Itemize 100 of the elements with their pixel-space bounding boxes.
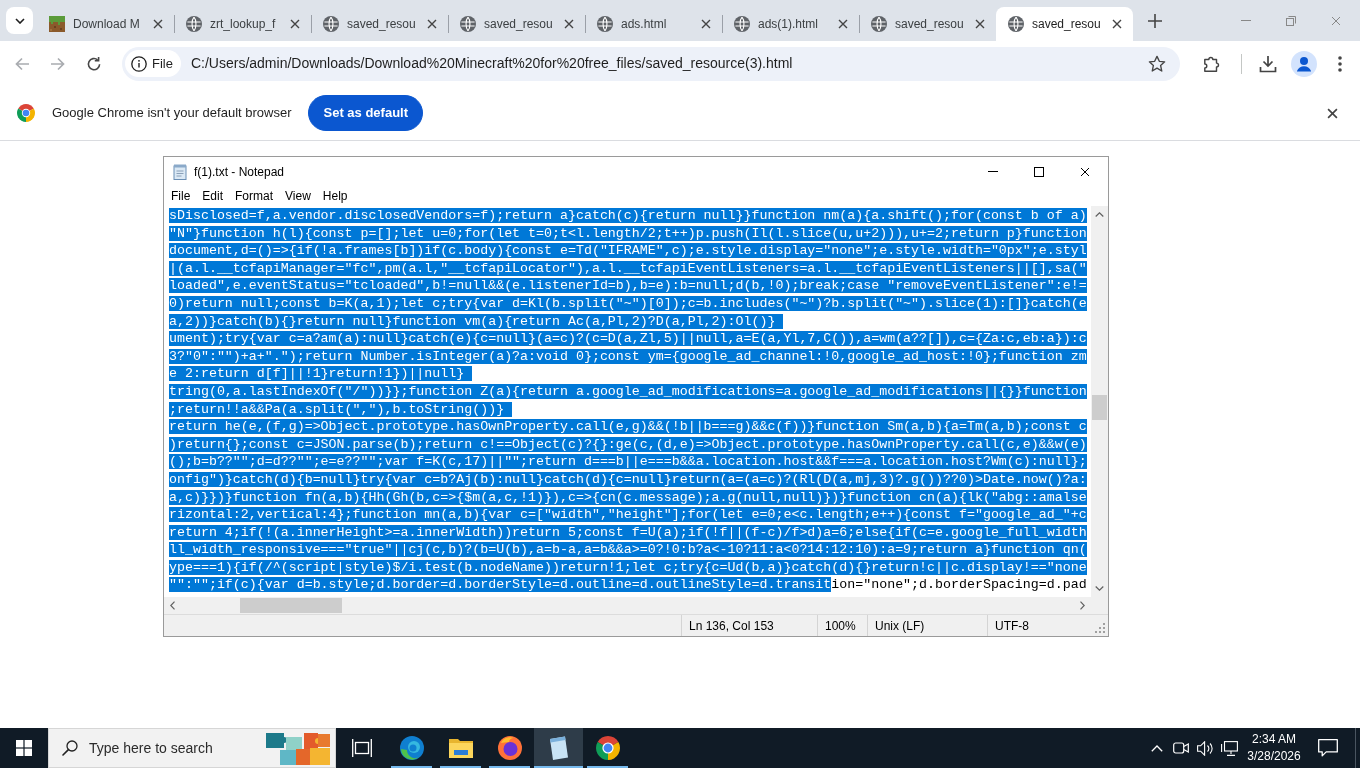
chevron-up-icon[interactable] [1151, 744, 1163, 752]
cursor-position-text: Ln 136, Col 153 [681, 615, 817, 636]
code-text: 3?"0":"")+a+".");return Number.isInteger(a)?a:void 0};const ym={google_ad_channel:!0,google_ad_host:!0};function zm [169, 348, 1087, 364]
globe-icon [1008, 16, 1024, 32]
speaker-icon[interactable] [1196, 740, 1214, 756]
browser-tab[interactable]: ads(1).html [722, 7, 859, 41]
notification-icon[interactable] [1318, 739, 1338, 757]
network-icon[interactable] [1220, 740, 1238, 756]
profile-avatar-icon[interactable] [1291, 50, 1317, 77]
window-title: f(1).txt - Notepad [194, 163, 285, 181]
code-text: ument);try{var c=a?am(a):null}catch(e){c=null}(a=c)?(c=D(a,Zl,5)||null,a=E(a,Yl,7,C()),a=wm(a??[]),c={Za:c,eb:a}):c [169, 331, 1087, 347]
puzzle-illustration [266, 731, 330, 765]
browser-logo-icon [17, 104, 35, 122]
scroll-right-icon[interactable] [1080, 601, 1085, 610]
close-icon[interactable] [701, 19, 711, 29]
code-text: 0)return null;const b=K(a,1);let c;try{var d=Kl(b.split("~")[0]);c=b.includes("~")?b.split("~").slice(1):[]}catch(e [169, 295, 1087, 311]
globe-icon [597, 16, 613, 32]
maximize-icon[interactable] [1034, 166, 1044, 177]
globe-icon [871, 16, 887, 32]
new-tab-icon[interactable] [1148, 14, 1162, 28]
search-field[interactable]: Type here to search [48, 728, 336, 768]
more-options-icon[interactable] [1338, 55, 1342, 72]
set-default-button[interactable]: Set as default [308, 95, 423, 131]
line-ending-text: Unix (LF) [867, 615, 987, 636]
code-text: ;return!!a&&Pa(a.split(","),b.toString())} [169, 401, 513, 417]
scrollbar-thumb[interactable] [240, 598, 342, 613]
star-icon[interactable] [1148, 54, 1166, 73]
browser-tab[interactable]: zrt_lookup_f [174, 7, 311, 41]
menu-item[interactable]: View [279, 187, 317, 205]
browser-tab[interactable]: Download M [37, 7, 174, 41]
infobar-message: Google Chrome isn't your default browser [52, 104, 292, 123]
code-text: ype===1){if(/^(script|style)$/i.test(b.nodeName))return!1;let c;try{c=Ud(b,a)}catch(d){}return!c||c.display!=="none [169, 559, 1087, 575]
taskbar-button[interactable] [534, 728, 583, 768]
menu-item[interactable]: File [165, 187, 197, 205]
globe-icon [186, 16, 202, 32]
scrollbar-thumb[interactable] [1092, 395, 1107, 420]
scroll-left-icon[interactable] [170, 601, 175, 610]
code-text: return 4;if(!(a.innerHeight>=a.innerWidth))return 5;const f=U(a);if(!f||(f-c)/f>d)a=6;else{if(c=e.google_full_width [169, 524, 1087, 540]
code-text: e 2:return d[f]||!1}return!1})||null} [169, 366, 473, 382]
video-camera-icon[interactable] [1173, 741, 1189, 755]
close-icon[interactable] [290, 19, 300, 29]
encoding-text: UTF-8 [987, 615, 1091, 636]
browser-logo-icon[interactable] [595, 736, 620, 760]
zoom-level-text: 100% [817, 615, 867, 636]
code-text: a,c)}})}function fn(a,b){Hh(Gh(b,c=>{$m(a,c,!1)}),c=>{cn(c.message);a.g(null,null)})}function cn(a){lk("abg::amalse [169, 489, 1087, 505]
browser-tab[interactable]: ads.html [585, 7, 722, 41]
globe-icon [460, 16, 476, 32]
code-text: ();b=b??"";d=d??"";e=e??"";var f=K(c,17)||"";return d===b||e===b&&a.location.host&&f===a.location.host?Wm(c):null}; [169, 454, 1087, 470]
globe-icon [323, 16, 339, 32]
close-icon[interactable] [564, 19, 574, 29]
code-text: "N"}function h(l){const p=[];let u=0;for(let t=0;t<l.length/2;t++)p.push(Il(l.slice(u,u+2))),u+=2;return p}function [169, 225, 1087, 241]
close-icon[interactable] [153, 19, 163, 29]
notepad-icon [172, 163, 188, 180]
scroll-down-icon[interactable] [1095, 586, 1104, 591]
globe-icon [734, 16, 750, 32]
site-info-chip[interactable]: File [125, 50, 181, 77]
menu-item[interactable]: Edit [196, 187, 230, 205]
code-text: ll_width_responsive==="true"||cj(c,b)?(b=U(b),a=b-a,a=b&&a>=0?!0:b?a<-10?11:a<0?14:12:10):a=9;return a}function qn( [169, 542, 1087, 558]
close-icon[interactable] [838, 19, 848, 29]
code-text: )return{};const c=JSON.parse(b);return c!==Object(c)?{}:ge(c,(d,e)=>Object.prototype.hasOwnProperty.call(c,e)&&w(e) [169, 436, 1087, 452]
code-text: onfig")}catch(d){b=null}try{var c=b?Aj(b):null}catch(d){c=null}return(a=(a=c)?(Rl(D(a,mj,3)?.g())??0)>Date.now()?a: [169, 471, 1087, 487]
menu-item[interactable]: Help [316, 187, 354, 205]
clock-time[interactable]: 2:34 AM [1252, 731, 1296, 748]
notepad-icon[interactable] [547, 736, 570, 760]
browser-tab[interactable]: saved_resou [448, 7, 585, 41]
close-icon[interactable] [1080, 166, 1090, 177]
code-text: "":"";if(c){var d=b.style;d.border=d.borderStyle=d.outline=d.outlineStyle=d.transit [169, 577, 832, 593]
search-icon [62, 740, 78, 756]
code-text: loaded",e.eventStatus="tcloaded",b!=null&&(e.listenerId=b),b=e):b=null;d(b,!0);break;case "removeEventListener":e!= [169, 278, 1087, 294]
puzzle-piece-icon[interactable] [1203, 54, 1221, 73]
url-text: C:/Users/admin/Downloads/Download%20Minecraft%20for%20free_files/saved_resource(3).html [190, 54, 793, 73]
close-icon[interactable] [975, 19, 985, 29]
browser-tab[interactable]: saved_resou [859, 7, 996, 41]
address-bar[interactable]: File C:/Users/admin/Downloads/Download%20Minecraft%20for%20free_files/saved_resource(3).html [122, 46, 1180, 81]
browser-tab[interactable]: saved_resou [311, 7, 448, 41]
resize-grip-icon[interactable] [1095, 623, 1105, 633]
task-view-icon[interactable] [351, 739, 372, 757]
code-text: return he(e,(f,g)=>Object.prototype.hasOwnProperty.call(e,g)&&(!b||b===g)&&c(f))}function Sm(a,b){a=Tm(a,b);const c [169, 419, 1087, 435]
vertical-scrollbar[interactable] [1091, 206, 1108, 597]
fox-globe-icon[interactable] [497, 736, 522, 760]
download-icon[interactable] [1259, 54, 1277, 73]
code-text: a,2))}catch(b){}return null}function vm(a){return Ac(a,Pl,2)?D(a,Pl,2):Ol()} [169, 313, 784, 329]
code-text: tring(0,a.lastIndexOf("/"))}};function Z(a){return a.google_ad_modifications=a.google_ad_modifications||{}}function [169, 383, 1087, 399]
tab-search-button[interactable] [6, 7, 33, 34]
horizontal-scrollbar[interactable] [164, 597, 1091, 614]
swirl-browser-icon[interactable] [399, 736, 424, 760]
menu-item[interactable]: Format [229, 187, 280, 205]
scroll-up-icon[interactable] [1095, 212, 1104, 217]
close-icon[interactable] [1327, 107, 1338, 119]
search-input[interactable]: Type here to search [89, 737, 266, 759]
grass-block-icon [49, 16, 65, 32]
restore-icon[interactable] [1285, 15, 1296, 26]
close-icon[interactable] [427, 19, 437, 29]
reload-icon[interactable] [86, 55, 102, 72]
start-icon[interactable] [16, 740, 32, 756]
close-icon[interactable] [1112, 19, 1122, 29]
browser-tab[interactable]: saved_resou [996, 7, 1133, 41]
code-text: document,d=()=>{if(!a.frames[b])if(c.body){const e=Td("IFRAME",c);e.style.display="none";e.style.width="0px";e.styl [169, 243, 1087, 259]
folder-icon[interactable] [448, 738, 473, 758]
clock-date[interactable]: 3/28/2026 [1247, 748, 1301, 765]
